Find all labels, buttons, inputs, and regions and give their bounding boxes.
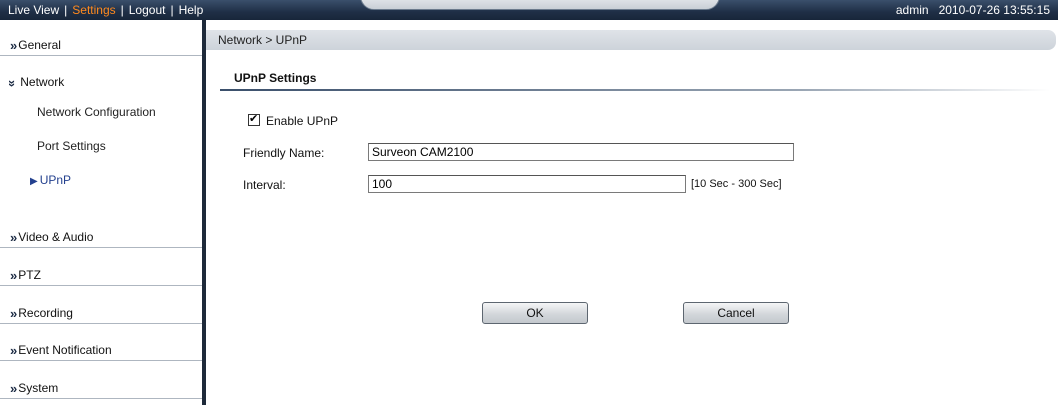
title-divider <box>220 89 1050 91</box>
sidebar-item-label: Network <box>20 75 65 89</box>
current-user: admin <box>895 3 929 17</box>
sidebar-item-label: Recording <box>18 306 73 320</box>
top-nav: Live View | Settings | Logout | Help <box>8 3 203 17</box>
breadcrumb-bar: Network > UPnP <box>206 30 1056 50</box>
sidebar-item-event-notification[interactable]: » Event Notification <box>0 337 202 361</box>
sidebar-subitem-port-settings[interactable]: Port Settings <box>37 139 106 153</box>
nav-logout[interactable]: Logout <box>129 3 166 17</box>
chevron-right-icon: ▶ <box>30 176 38 187</box>
sidebar-item-label: Event Notification <box>18 343 112 357</box>
double-chevron-right-icon: » <box>10 38 17 53</box>
sidebar-item-label: System <box>18 381 59 395</box>
nav-settings[interactable]: Settings <box>72 3 115 17</box>
double-chevron-right-icon: » <box>10 343 17 358</box>
ok-button[interactable]: OK <box>482 302 588 324</box>
double-chevron-right-icon: » <box>10 306 17 321</box>
sidebar-item-system[interactable]: » System <box>0 375 202 399</box>
nav-separator: | <box>64 3 68 17</box>
top-bar: Live View | Settings | Logout | Help admin 2010… <box>0 0 1058 20</box>
sidebar-item-recording[interactable]: » Recording <box>0 300 202 324</box>
interval-range-hint: [10 Sec - 300 Sec] <box>691 178 782 190</box>
sidebar-divider <box>202 20 206 405</box>
friendly-name-label: Friendly Name: <box>243 146 325 160</box>
current-datetime: 2010-07-26 13:55:15 <box>938 3 1050 17</box>
double-chevron-right-icon: » <box>10 230 17 245</box>
enable-upnp-row: ✔ Enable UPnP <box>248 113 339 128</box>
nav-separator: | <box>170 3 174 17</box>
enable-upnp-checkbox[interactable]: ✔ <box>248 113 260 126</box>
sidebar-subitem-label: UPnP <box>39 173 72 187</box>
double-chevron-right-icon: » <box>10 381 17 396</box>
friendly-name-input[interactable] <box>368 143 794 161</box>
sidebar-item-label: General <box>18 38 61 52</box>
sidebar-subitem-upnp[interactable]: ▶ UPnP <box>30 173 71 187</box>
sidebar-item-video-audio[interactable]: » Video & Audio <box>0 224 202 248</box>
sidebar-item-network[interactable]: »Network <box>0 75 202 90</box>
sidebar-item-general[interactable]: » General <box>0 32 202 56</box>
cancel-button[interactable]: Cancel <box>683 302 789 324</box>
enable-upnp-label: Enable UPnP <box>266 114 339 128</box>
top-bar-decoration <box>360 0 720 10</box>
double-chevron-down-icon: » <box>5 79 21 86</box>
session-info: admin 2010-07-26 13:55:15 <box>896 3 1050 17</box>
sidebar-item-label: PTZ <box>18 268 41 282</box>
check-icon: ✔ <box>249 113 259 125</box>
sidebar-item-label: Video & Audio <box>18 230 94 244</box>
breadcrumb: Network > UPnP <box>218 33 308 47</box>
interval-input[interactable] <box>368 175 686 193</box>
sidebar-item-ptz[interactable]: » PTZ <box>0 262 202 286</box>
nav-help[interactable]: Help <box>179 3 204 17</box>
interval-label: Interval: <box>243 178 286 192</box>
sidebar-subitem-network-configuration[interactable]: Network Configuration <box>37 105 156 119</box>
page-title: UPnP Settings <box>234 71 317 85</box>
double-chevron-right-icon: » <box>10 268 17 283</box>
nav-separator: | <box>120 3 124 17</box>
nav-live-view[interactable]: Live View <box>8 3 59 17</box>
